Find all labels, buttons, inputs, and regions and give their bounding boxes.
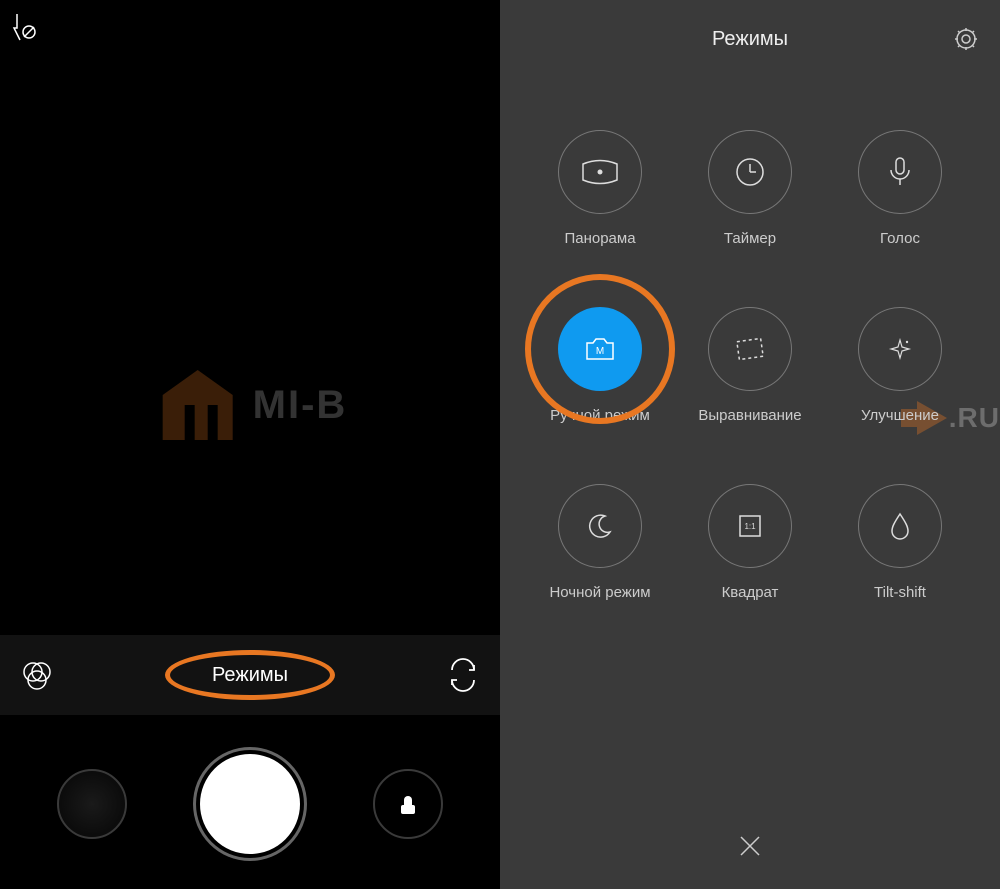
- watermark-logo: MI-B: [153, 360, 348, 450]
- mode-manual[interactable]: M Ручной режим: [550, 307, 650, 424]
- square-icon: 1:1: [708, 484, 792, 568]
- mode-label: Панорама: [564, 230, 635, 247]
- camera-bottom-bar: [0, 719, 500, 889]
- mode-label: Выравнивание: [698, 407, 801, 424]
- filters-icon[interactable]: [20, 658, 54, 692]
- mode-timer[interactable]: Таймер: [708, 130, 792, 247]
- svg-text:1:1: 1:1: [744, 522, 756, 531]
- microphone-icon: [858, 130, 942, 214]
- moon-icon: [558, 484, 642, 568]
- svg-text:M: M: [596, 346, 604, 357]
- mode-label: Tilt-shift: [874, 584, 926, 601]
- mode-square[interactable]: 1:1 Квадрат: [708, 484, 792, 601]
- flash-off-icon[interactable]: [10, 12, 38, 42]
- mode-label: Голос: [880, 230, 920, 247]
- timer-icon: [708, 130, 792, 214]
- close-button[interactable]: [737, 833, 763, 859]
- sparkle-icon: [858, 307, 942, 391]
- straighten-icon: [708, 307, 792, 391]
- mode-label: Ночной режим: [549, 584, 650, 601]
- modes-button-label: Режимы: [212, 664, 288, 686]
- mode-voice[interactable]: Голос: [858, 130, 942, 247]
- mode-label: Ручной режим: [550, 407, 650, 424]
- panorama-icon: [558, 130, 642, 214]
- mode-straighten[interactable]: Выравнивание: [698, 307, 801, 424]
- manual-icon: M: [558, 307, 642, 391]
- camera-viewfinder-screen: MI-B Режимы: [0, 0, 500, 889]
- mode-tiltshift[interactable]: Tilt-shift: [858, 484, 942, 601]
- mode-label: Улучшение: [861, 407, 939, 424]
- mode-panorama[interactable]: Панорама: [558, 130, 642, 247]
- drop-icon: [858, 484, 942, 568]
- watermark-text: MI-B: [253, 383, 348, 428]
- mode-bar: Режимы: [0, 635, 500, 715]
- mode-label: Таймер: [724, 230, 776, 247]
- mode-label: Квадрат: [722, 584, 779, 601]
- mode-night[interactable]: Ночной режим: [549, 484, 650, 601]
- modes-grid: Панорама Таймер Голос M Ручной режим: [500, 130, 1000, 601]
- shutter-button[interactable]: [200, 754, 300, 854]
- gallery-thumbnail[interactable]: [57, 769, 127, 839]
- modes-panel-title: Режимы: [712, 28, 788, 50]
- modes-panel-header: Режимы: [500, 28, 1000, 51]
- modes-button[interactable]: Режимы: [212, 664, 288, 687]
- mode-beautify[interactable]: Улучшение: [858, 307, 942, 424]
- switch-camera-icon[interactable]: [446, 658, 480, 692]
- gear-icon[interactable]: [952, 25, 980, 53]
- video-mode-button[interactable]: [373, 769, 443, 839]
- modes-panel: Режимы .RU Панорама Таймер Голос: [500, 0, 1000, 889]
